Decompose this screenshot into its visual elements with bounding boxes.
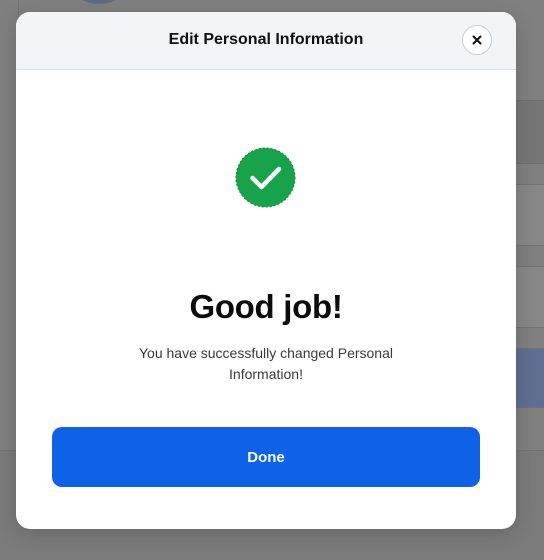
- modal-title: Edit Personal Information: [168, 31, 364, 48]
- modal-header: Edit Personal Information: [16, 12, 516, 70]
- background-row: [516, 348, 544, 408]
- edit-personal-information-modal: Edit Personal Information Good job! You …: [16, 12, 516, 529]
- check-circle-icon: [235, 147, 296, 208]
- background-row: [516, 100, 544, 164]
- background-avatar: [71, 0, 127, 4]
- close-button[interactable]: [462, 25, 492, 55]
- page: Edit Personal Information Good job! You …: [0, 0, 544, 560]
- background-row: [516, 266, 544, 328]
- close-icon: [472, 35, 482, 45]
- success-message: You have successfully changed Personal I…: [139, 345, 393, 382]
- done-button[interactable]: Done: [52, 427, 480, 487]
- background-row: [516, 184, 544, 246]
- success-headline: Good job!: [189, 288, 343, 325]
